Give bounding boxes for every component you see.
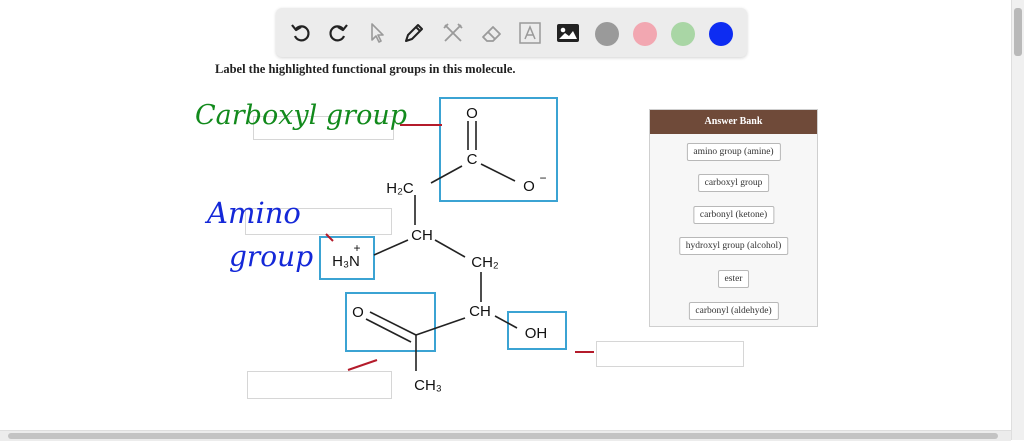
answer-bank: Answer Bank amino group (amine) carboxyl… bbox=[649, 109, 818, 327]
answer-bank-title: Answer Bank bbox=[650, 110, 817, 134]
molecule-diagram: O C O − H₂C CH H₃N + CH₂ CH O OH CH₃ bbox=[319, 97, 594, 394]
answer-bank-item[interactable]: hydroxyl group (alcohol) bbox=[678, 237, 789, 255]
handwritten-carboxyl-label: Carboxyl group bbox=[195, 100, 408, 131]
atom-o-top: O bbox=[466, 105, 478, 122]
answer-bank-item[interactable]: ester bbox=[717, 270, 750, 288]
atom-h3n: H₃N bbox=[332, 253, 360, 270]
vertical-scroll-thumb[interactable] bbox=[1014, 8, 1022, 56]
atom-ch3: CH₃ bbox=[414, 377, 442, 394]
handwritten-amino-label: Amino bbox=[207, 196, 301, 230]
ketone-pointer-line bbox=[347, 359, 378, 371]
atom-ch-2: CH bbox=[469, 303, 491, 320]
atom-o-minus: O bbox=[523, 178, 535, 195]
horizontal-scroll-thumb[interactable] bbox=[8, 433, 998, 439]
atom-o-charge: − bbox=[539, 171, 546, 185]
handwritten-group-label: group bbox=[229, 240, 314, 273]
answer-bank-item[interactable]: amino group (amine) bbox=[686, 143, 781, 161]
atom-ch2: CH₂ bbox=[471, 254, 499, 271]
atom-ch-1: CH bbox=[411, 227, 433, 244]
atom-n-charge: + bbox=[353, 241, 360, 255]
bond-lines bbox=[365, 121, 518, 371]
atom-c-carboxyl: C bbox=[467, 151, 478, 168]
answer-bank-item[interactable]: carboxyl group bbox=[697, 174, 770, 192]
answer-bank-item[interactable]: carbonyl (ketone) bbox=[692, 206, 775, 224]
carboxyl-highlight-box bbox=[439, 97, 558, 202]
answer-bank-item[interactable]: carbonyl (aldehyde) bbox=[688, 302, 779, 320]
atom-oh: OH bbox=[525, 325, 548, 342]
vertical-scrollbar[interactable] bbox=[1011, 0, 1024, 440]
atom-o-ketone: O bbox=[352, 304, 364, 321]
atom-h2c: H₂C bbox=[386, 180, 414, 197]
horizontal-scrollbar[interactable] bbox=[0, 430, 1011, 441]
